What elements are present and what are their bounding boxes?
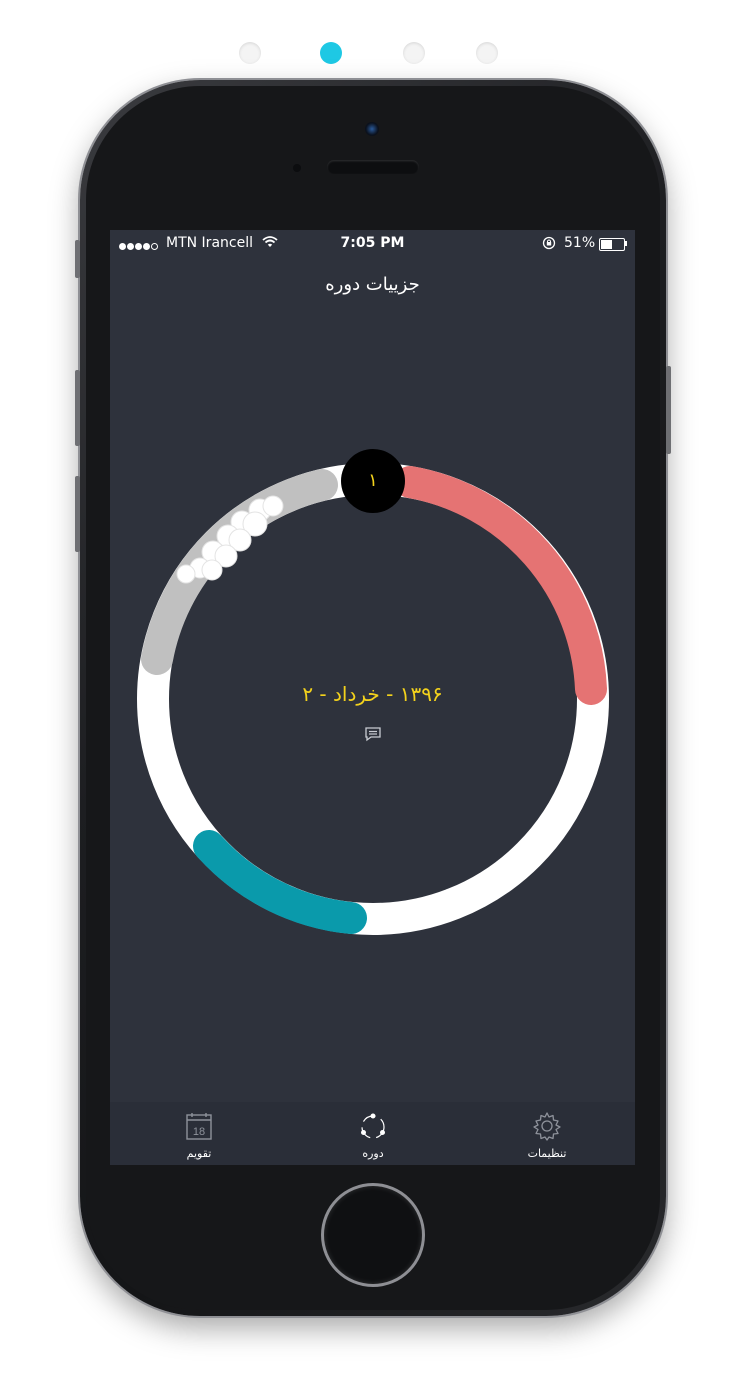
tab-cycle-label: دوره — [362, 1147, 384, 1160]
tab-settings[interactable]: تنظیمات — [487, 1102, 607, 1165]
power-button — [666, 366, 671, 454]
orientation-lock-icon — [542, 236, 556, 250]
volume-down-button — [75, 476, 80, 552]
battery-percentage: 51% — [564, 235, 596, 251]
volume-up-button — [75, 370, 80, 446]
fertile-arc — [193, 830, 367, 934]
navigation-bar: جزییات دوره — [110, 258, 635, 313]
svg-text:18: 18 — [193, 1126, 205, 1138]
tab-settings-label: تنظیمات — [527, 1147, 567, 1160]
battery-icon — [599, 238, 625, 251]
front-camera — [365, 122, 379, 136]
cycle-ring[interactable] — [110, 312, 635, 1102]
calendar-icon: 18 — [186, 1113, 212, 1140]
page-dot-4[interactable] — [476, 42, 498, 64]
cloud-icon — [176, 495, 284, 584]
page-dot-1[interactable] — [239, 42, 261, 64]
gear-icon — [533, 1112, 561, 1141]
mute-switch — [75, 240, 80, 278]
current-day-badge[interactable]: ۱ — [341, 449, 405, 513]
current-date: ۱۳۹۶ - خرداد - ۲ — [302, 682, 443, 706]
chat-icon[interactable] — [364, 726, 382, 742]
tab-calendar[interactable]: 18 تقویم — [139, 1102, 259, 1165]
cycle-view: ۱ ۱۳۹۶ - خرداد - ۲ — [110, 312, 635, 1102]
tab-bar: 18 تقویم دوره تنظیمات — [110, 1102, 635, 1165]
proximity-sensor — [293, 164, 301, 172]
earpiece-speaker — [327, 160, 419, 174]
app-screen: MTN Irancell 7:05 PM 51% جزییات دوره ۱ ۱… — [110, 230, 635, 1165]
home-button[interactable] — [324, 1186, 422, 1284]
page-indicator — [0, 40, 746, 66]
page-title: جزییات دوره — [325, 274, 420, 295]
period-arc — [394, 466, 607, 705]
tab-calendar-label: تقویم — [186, 1147, 212, 1160]
tab-cycle[interactable]: دوره — [313, 1102, 433, 1165]
page-dot-3[interactable] — [403, 42, 425, 64]
status-time: 7:05 PM — [340, 235, 405, 251]
cycle-icon — [361, 1113, 385, 1139]
status-bar: MTN Irancell 7:05 PM 51% — [110, 230, 635, 258]
page-dot-2-active[interactable] — [320, 42, 342, 64]
